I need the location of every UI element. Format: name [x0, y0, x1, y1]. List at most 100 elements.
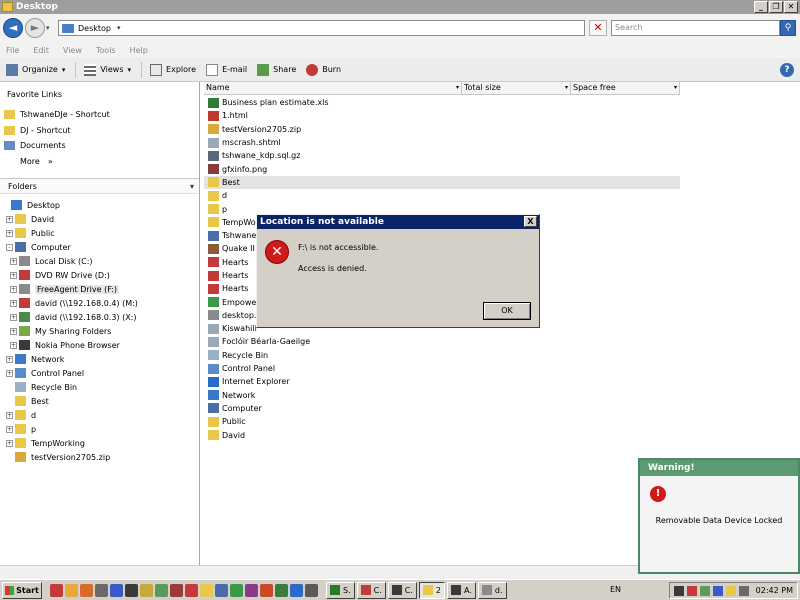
tray-icon[interactable] [712, 585, 723, 596]
tree-item[interactable]: Recycle Bin [0, 380, 138, 394]
address-bar[interactable]: Desktop ▾ [58, 20, 585, 36]
expand-icon[interactable]: + [6, 215, 13, 223]
help-icon[interactable]: ? [780, 63, 794, 77]
tree-item[interactable]: + David [0, 212, 138, 226]
column-name[interactable]: Name ▾ [204, 82, 462, 94]
expand-icon[interactable]: + [6, 425, 13, 433]
search-input[interactable]: Search [611, 20, 780, 36]
column-space-free[interactable]: Space free ▾ [571, 82, 680, 94]
forward-button[interactable]: ► [25, 18, 45, 38]
quicklaunch-icon[interactable] [125, 583, 138, 597]
favorite-link-tshwanedje[interactable]: TshwaneDJe - Shortcut [4, 107, 110, 123]
list-item[interactable]: David [204, 428, 680, 441]
tree-item[interactable]: + Control Panel [0, 366, 138, 380]
list-item[interactable]: Recycle Bin [204, 349, 680, 362]
dialog-close-button[interactable]: X [524, 216, 537, 227]
list-item[interactable]: d [204, 189, 680, 202]
quicklaunch-icon[interactable] [230, 583, 243, 597]
dialog-titlebar[interactable]: Location is not available X [257, 215, 539, 229]
menu-file[interactable]: File [6, 46, 19, 55]
expand-icon[interactable]: + [10, 327, 17, 335]
quicklaunch-icon[interactable] [305, 583, 318, 597]
tree-item[interactable]: + Network [0, 352, 138, 366]
tree-item[interactable]: + Local Disk (C:) [0, 254, 138, 268]
expand-icon[interactable]: + [6, 229, 13, 237]
minimize-button[interactable]: _ [754, 1, 768, 13]
tray-icon[interactable] [686, 585, 697, 596]
tree-item[interactable]: + Public [0, 226, 138, 240]
tree-item[interactable]: Best [0, 394, 138, 408]
favorite-link-documents[interactable]: Documents [4, 138, 110, 154]
list-item[interactable]: testVersion2705.zip [204, 123, 680, 136]
tree-item[interactable]: + p [0, 422, 138, 436]
expand-icon[interactable]: + [10, 299, 17, 307]
start-button[interactable]: Start [2, 581, 42, 599]
tree-item[interactable]: + TempWorking [0, 436, 138, 450]
language-indicator[interactable]: EN [610, 585, 621, 594]
quicklaunch-icon[interactable] [260, 583, 273, 597]
expand-icon[interactable]: + [6, 439, 13, 447]
quicklaunch-icon[interactable] [185, 583, 198, 597]
quicklaunch-icon[interactable] [80, 583, 93, 597]
quicklaunch-icon[interactable] [215, 583, 228, 597]
ok-button[interactable]: OK [483, 302, 531, 320]
list-item[interactable]: Foclóir Béarla-Gaeilge [204, 335, 680, 348]
list-item[interactable]: Internet Explorer [204, 375, 680, 388]
tree-item[interactable]: + My Sharing Folders [0, 324, 138, 338]
back-button[interactable]: ◄ [3, 18, 23, 38]
taskbar-button[interactable]: d. [477, 581, 507, 599]
tree-item[interactable]: + DVD RW Drive (D:) [0, 268, 138, 282]
tree-item[interactable]: + d [0, 408, 138, 422]
clock[interactable]: 02:42 PM [756, 586, 793, 595]
column-total-size[interactable]: Total size ▾ [462, 82, 571, 94]
quicklaunch-icon[interactable] [50, 583, 63, 597]
organize-button[interactable]: Organize ▾ [6, 63, 65, 76]
list-item[interactable]: Control Panel [204, 362, 680, 375]
restore-button[interactable]: ❐ [769, 1, 783, 13]
expand-icon[interactable]: + [6, 369, 13, 377]
tree-item[interactable]: testVersion2705.zip [0, 450, 138, 464]
quicklaunch-icon[interactable] [275, 583, 288, 597]
tree-item[interactable]: + david (\\192.168.0.4) (M:) [0, 296, 138, 310]
tray-icon[interactable] [738, 585, 749, 596]
views-button[interactable]: Views ▾ [84, 63, 131, 76]
menu-view[interactable]: View [63, 46, 82, 55]
quicklaunch-icon[interactable] [95, 583, 108, 597]
taskbar-button[interactable]: 2 [418, 581, 445, 599]
list-item[interactable]: gfxinfo.png [204, 162, 680, 175]
burn-button[interactable]: Burn [306, 63, 341, 76]
quicklaunch-icon[interactable] [170, 583, 183, 597]
list-item[interactable]: 1.html [204, 109, 680, 122]
quicklaunch-icon[interactable] [155, 583, 168, 597]
quicklaunch-icon[interactable] [140, 583, 153, 597]
tray-icon[interactable] [699, 585, 710, 596]
list-item[interactable]: mscrash.shtml [204, 136, 680, 149]
expand-icon[interactable]: + [10, 257, 17, 265]
collapse-icon[interactable]: - [6, 243, 13, 251]
chevron-down-icon[interactable]: ▾ [117, 24, 121, 32]
expand-icon[interactable]: + [6, 355, 13, 363]
expand-icon[interactable]: + [10, 341, 17, 349]
menu-help[interactable]: Help [130, 46, 148, 55]
favorite-link-dj[interactable]: DJ - Shortcut [4, 123, 110, 139]
expand-icon[interactable]: + [10, 285, 17, 293]
list-item[interactable]: Business plan estimate.xls [204, 96, 680, 109]
taskbar-button[interactable]: C. [356, 581, 386, 599]
favorite-links-more[interactable]: More » [4, 154, 110, 170]
menu-tools[interactable]: Tools [96, 46, 116, 55]
search-icon[interactable]: ⚲ [780, 20, 796, 36]
quicklaunch-icon[interactable] [200, 583, 213, 597]
list-item[interactable]: Best [204, 175, 680, 190]
taskbar-button[interactable]: S. [326, 581, 355, 599]
tree-item[interactable]: Desktop [0, 198, 138, 212]
quicklaunch-icon[interactable] [290, 583, 303, 597]
stop-refresh-button[interactable]: ✕ [589, 20, 607, 36]
expand-icon[interactable]: + [10, 313, 17, 321]
list-item[interactable]: Public [204, 415, 680, 428]
expand-icon[interactable]: + [10, 271, 17, 279]
taskbar-button[interactable]: A. [447, 581, 476, 599]
tree-item[interactable]: - Computer [0, 240, 138, 254]
list-item[interactable]: tshwane_kdp.sql.gz [204, 149, 680, 162]
quicklaunch-icon[interactable] [110, 583, 123, 597]
expand-icon[interactable]: + [6, 411, 13, 419]
